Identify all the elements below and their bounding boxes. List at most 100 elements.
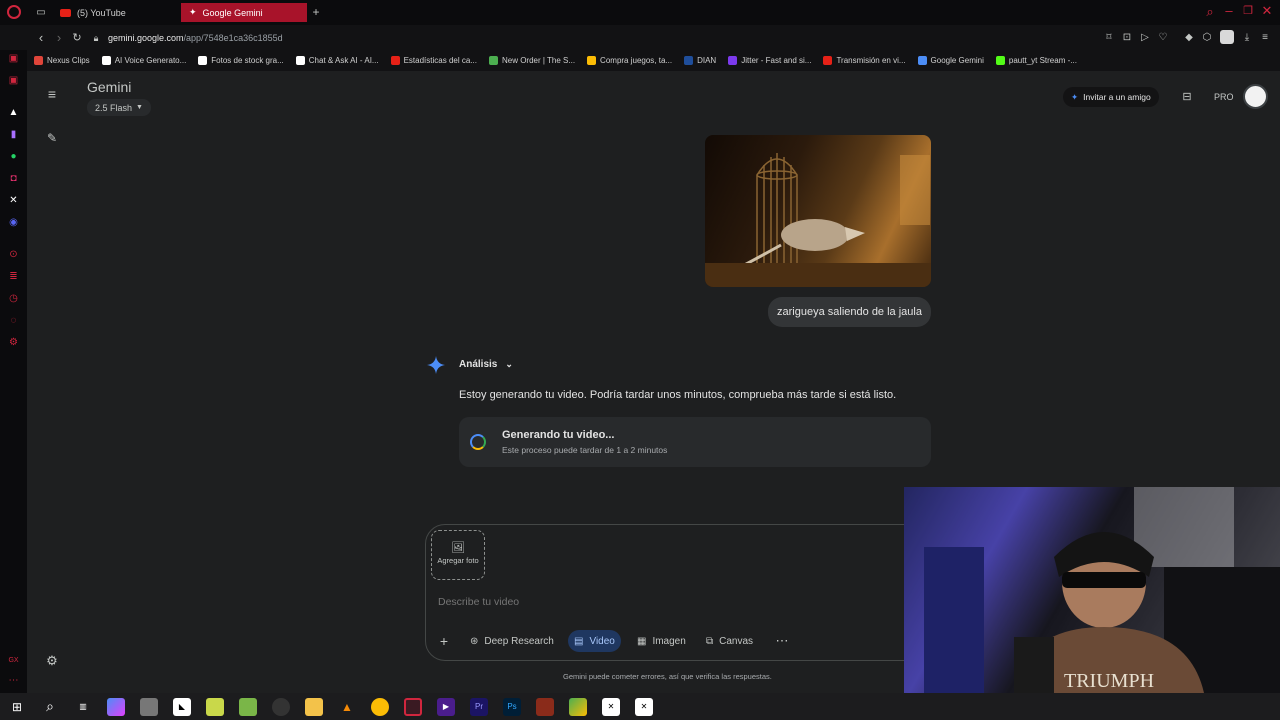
x-icon[interactable]: ✕ — [7, 194, 20, 207]
maximize-button[interactable]: ❐ — [1241, 3, 1255, 19]
tab-islands-icon[interactable]: ▭ — [34, 5, 48, 21]
user-prompt-bubble: zarigueya saliendo de la jaula — [768, 297, 931, 327]
whatsapp-icon[interactable]: ● — [7, 150, 20, 163]
heart-icon[interactable]: ♡ — [1158, 30, 1168, 46]
copilot-icon[interactable] — [107, 697, 125, 716]
bookmarks-list: Nexus Clips AI Voice Generato... Fotos de … — [22, 56, 1077, 65]
plan-badge: PRO — [1214, 92, 1234, 102]
search-icon[interactable]: ⌕ — [41, 698, 59, 716]
account-avatar[interactable] — [1243, 84, 1268, 109]
more-tools-icon[interactable]: ⋯ — [774, 633, 790, 649]
new-chat-icon[interactable]: ✎ — [44, 130, 60, 146]
bookmark-item[interactable]: Google Gemini — [917, 56, 984, 65]
bookmark-item[interactable]: DIAN — [684, 56, 716, 65]
bookmark-favicon-icon — [488, 56, 498, 65]
premiere-pro-icon[interactable]: Pr — [470, 697, 488, 716]
start-button[interactable]: ⊞ — [8, 698, 26, 716]
url-field[interactable]: gemini.google.com/app/7548e1ca36c1855d — [108, 33, 283, 43]
bookmark-item[interactable]: Compra juegos, ta... — [587, 56, 672, 65]
prompt-input[interactable] — [438, 594, 878, 610]
canvas-tool-button[interactable]: ⧉ Canvas — [700, 630, 759, 652]
bookmark-favicon-icon — [728, 56, 738, 65]
user-uploaded-image[interactable] — [705, 135, 931, 287]
bookmark-favicon-icon — [684, 56, 694, 65]
download-icon[interactable]: ⤓ — [1242, 30, 1252, 46]
extension-icon[interactable]: ◆ — [1184, 30, 1194, 46]
video-tool-button[interactable]: ▤ Video — [568, 630, 621, 652]
streamer-webcam-image: TRIUMPH — [904, 487, 1280, 693]
video-progress-card: Generando tu video... Este proceso puede… — [459, 417, 931, 467]
invite-friend-button[interactable]: ✦ Invitar a un amigo — [1063, 87, 1159, 107]
snapshot-icon[interactable]: ⊡ — [1122, 30, 1132, 46]
task-view-icon[interactable]: ▥ — [74, 698, 92, 716]
app-icon[interactable] — [239, 697, 257, 716]
player-icon[interactable]: ⊙ — [7, 248, 20, 261]
bookmark-label: Jitter - Fast and si... — [741, 56, 812, 65]
vlc-icon[interactable]: ▲ — [338, 698, 356, 716]
bookmark-item[interactable]: Jitter - Fast and si... — [728, 56, 811, 65]
bookmark-item[interactable]: AI Voice Generato... — [101, 56, 186, 65]
gx-control-icon[interactable]: GX — [7, 654, 20, 667]
opera-logo-icon[interactable] — [7, 5, 21, 19]
bookmark-item[interactable]: Transmisión en vi... — [823, 56, 906, 65]
bookmark-favicon-icon — [390, 56, 400, 65]
photoshop-icon[interactable]: Ps — [503, 697, 521, 716]
reload-icon[interactable]: ↻ — [70, 30, 84, 46]
bookmark-page-icon[interactable]: ⌑ — [1104, 30, 1114, 46]
deep-research-button[interactable]: ⊛ Deep Research — [464, 630, 560, 652]
back-icon[interactable]: ‹ — [34, 30, 48, 46]
aria-icon[interactable]: ▲ — [7, 106, 20, 119]
gift-icon[interactable]: ⊟ — [1180, 89, 1194, 105]
tab-youtube[interactable]: (5) YouTube — [52, 3, 178, 22]
minimize-button[interactable]: – — [1222, 3, 1236, 19]
music-icon[interactable]: ▣ — [7, 74, 20, 87]
app-icon[interactable] — [140, 697, 158, 716]
settings-icon[interactable]: ⚙ — [44, 653, 60, 669]
bookmark-item[interactable]: Estadísticas del ca... — [390, 56, 477, 65]
opera-sidebar: ▣ ▣ ▲ ▮ ● ◘ ✕ ◉ ⊙ ≣ ◷ ◌ ⚙ GX ⋯ — [0, 50, 27, 693]
image-tool-button[interactable]: ▦ Imagen — [631, 630, 692, 652]
profile-avatar[interactable] — [1220, 29, 1234, 44]
add-photo-button[interactable]: 🖼︎ Agregar foto — [431, 530, 485, 580]
file-explorer-icon[interactable] — [305, 697, 323, 716]
capcut-pro-icon[interactable]: ✕ — [635, 697, 653, 716]
app-icon[interactable] — [206, 697, 224, 716]
bookmark-item[interactable]: pautt_yt Stream -... — [995, 56, 1077, 65]
instagram-icon[interactable]: ◘ — [7, 172, 20, 185]
opera-gx-icon[interactable] — [404, 697, 422, 716]
add-button[interactable]: + — [436, 633, 452, 649]
forward-icon[interactable]: › — [52, 30, 66, 46]
puzzle-icon[interactable]: ⬡ — [1202, 30, 1212, 46]
bluestacks-icon[interactable] — [569, 697, 587, 716]
bookmark-item[interactable]: Fotos de stock gra... — [198, 56, 284, 65]
obs-icon[interactable] — [272, 697, 290, 716]
bookmark-item[interactable]: New Order | The S... — [488, 56, 575, 65]
capcut-icon[interactable]: ◣ — [173, 697, 191, 716]
speed-dial-icon[interactable]: ▣ — [7, 52, 20, 65]
twitch-icon[interactable]: ▮ — [7, 128, 20, 141]
search-tabs-icon[interactable]: ⌕ — [1203, 4, 1217, 20]
history-icon[interactable]: ◷ — [7, 292, 20, 305]
gemini-icon: ✦ — [189, 7, 197, 17]
model-selector[interactable]: 2.5 Flash ▼ — [87, 99, 151, 116]
new-tab-button[interactable]: + — [309, 4, 323, 20]
close-window-button[interactable]: ✕ — [1260, 3, 1274, 19]
chrome-icon[interactable] — [371, 697, 389, 716]
bookmark-item[interactable]: Nexus Clips — [34, 56, 90, 65]
more-icon[interactable]: ⋯ — [7, 674, 20, 687]
premiere-rush-icon[interactable]: ▶ — [437, 697, 455, 716]
bookmark-favicon-icon — [917, 56, 927, 65]
sparkle-icon: ✦ — [1071, 91, 1079, 102]
discord-icon[interactable]: ◉ — [7, 216, 20, 229]
bookmark-item[interactable]: Chat & Ask AI - AI... — [295, 56, 379, 65]
settings-icon[interactable]: ⚙ — [7, 336, 20, 349]
menu-icon[interactable]: ≡ — [1260, 30, 1270, 46]
news-icon[interactable]: ≣ — [7, 270, 20, 283]
hamburger-menu-icon[interactable]: ≡ — [44, 86, 60, 102]
capcut-desktop-icon[interactable]: ✕ — [602, 697, 620, 716]
game-icon[interactable] — [536, 697, 554, 716]
analysis-toggle[interactable]: Análisis ⌄ — [459, 359, 513, 370]
send-icon[interactable]: ▷ — [1140, 30, 1150, 46]
tab-gemini[interactable]: ✦ Google Gemini — [181, 3, 307, 22]
chat-icon[interactable]: ◌ — [7, 314, 20, 327]
